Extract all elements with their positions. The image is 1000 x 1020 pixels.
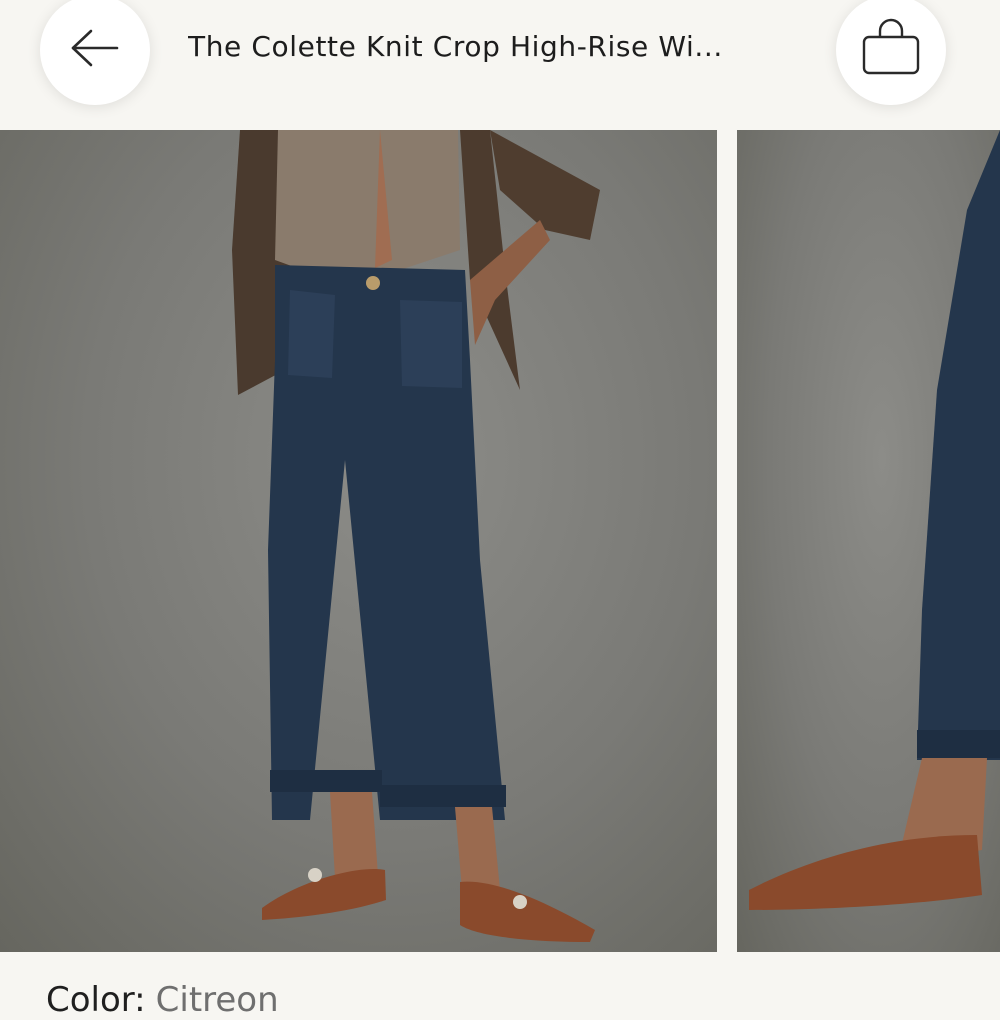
shopping-bag-icon [860,17,922,83]
color-selector-label: Color: Citreon [46,980,279,1020]
product-title: The Colette Knit Crop High-Rise Wi... [188,30,723,63]
top-bar: The Colette Knit Crop High-Rise Wi... [0,0,1000,130]
arrow-left-icon [69,28,121,72]
cart-button[interactable] [836,0,946,105]
back-button[interactable] [40,0,150,105]
product-image-front[interactable] [0,130,717,952]
color-value: Citreon [155,980,279,1020]
product-image-side[interactable] [737,130,1000,952]
color-label: Color: [46,980,146,1020]
product-image-gallery[interactable] [0,130,1000,952]
